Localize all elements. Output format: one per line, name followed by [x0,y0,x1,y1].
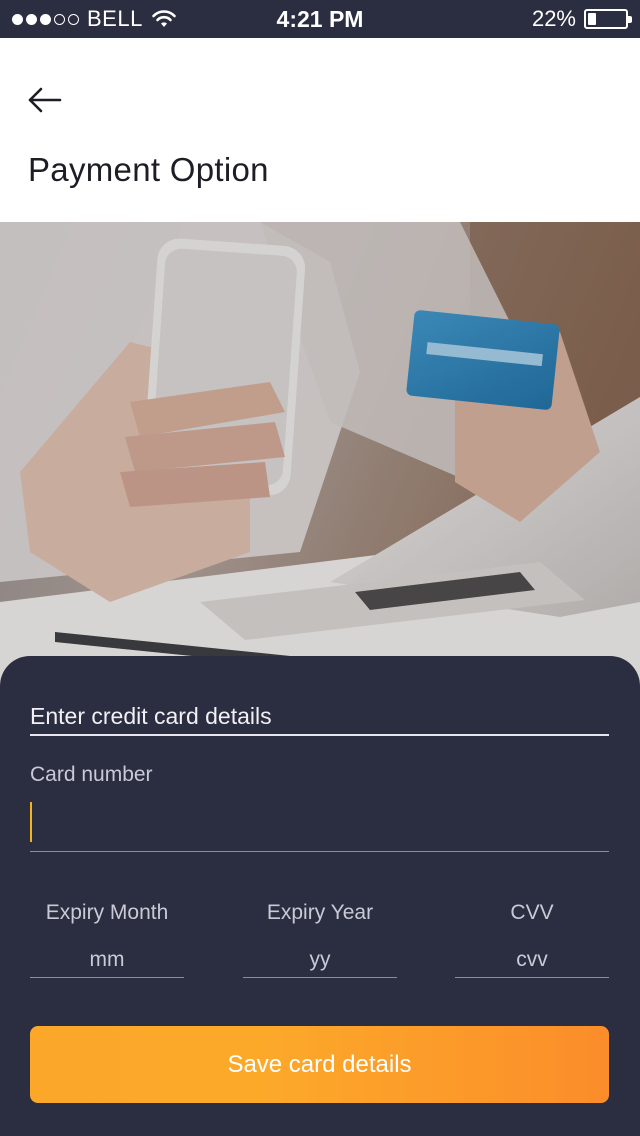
expiry-year-label: Expiry Year [266,901,374,924]
header: Payment Option [0,38,640,222]
save-card-button[interactable]: Save card details [30,1026,609,1103]
status-right: 22% [531,0,632,38]
battery-icon [584,9,632,29]
battery-percent: 22% [531,6,576,31]
battery-level [588,13,596,25]
expiry-year-group: Expiry Year [243,901,397,978]
arrow-left-icon [28,87,62,113]
battery-tip [628,16,632,23]
card-number-label: Card number [30,763,153,786]
cvv-input[interactable] [455,942,609,978]
expiry-month-label: Expiry Month [45,901,169,924]
text-cursor [30,802,32,842]
back-button[interactable] [22,80,68,120]
expiry-month-input[interactable] [30,942,184,978]
section-divider [30,734,609,736]
cvv-group: CVV [455,901,609,978]
card-number-input[interactable] [30,796,609,852]
card-details-panel: Enter credit card details Card number Ex… [0,656,640,1136]
page-title: Payment Option [28,151,269,188]
payment-photo-image [0,222,640,682]
hero-photo [0,222,640,682]
status-bar: BELL 4:21 PM 22% [0,0,640,38]
expiry-month-group: Expiry Month [30,901,184,978]
expiry-year-input[interactable] [243,942,397,978]
section-title: Enter credit card details [30,703,272,729]
cvv-label: CVV [510,901,554,924]
